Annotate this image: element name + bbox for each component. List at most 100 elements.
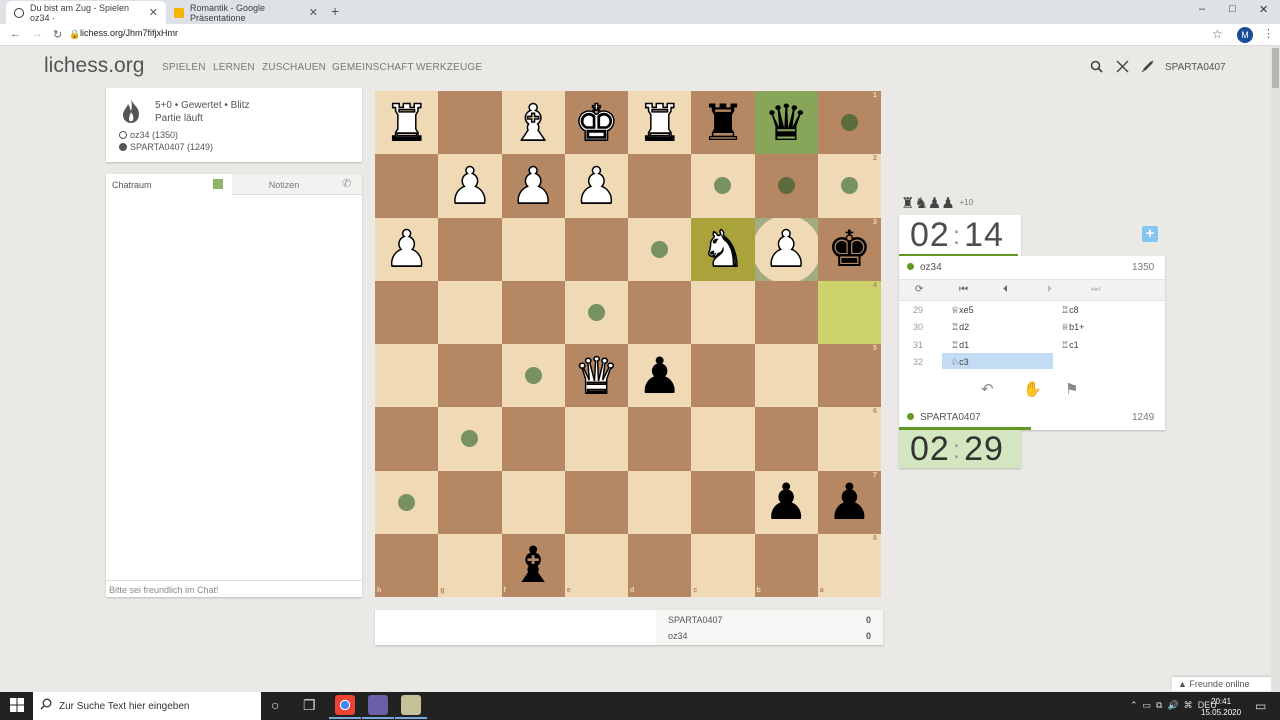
flip-board-icon[interactable]: ⟳: [915, 284, 923, 295]
board-square[interactable]: [438, 91, 502, 155]
board-square[interactable]: ♚: [817, 217, 881, 281]
nav-zuschauen[interactable]: ZUSCHAUEN: [262, 62, 326, 73]
board-square[interactable]: ♟: [438, 154, 502, 218]
chess-board[interactable]: ♜♝♚♜♜♛♟♟♟♟♞♟♚♛♟♟♟♝12345678hgfedcba: [375, 91, 881, 597]
browser-menu-icon[interactable]: ⋮: [1263, 27, 1274, 40]
back-icon[interactable]: ←: [10, 28, 21, 40]
challenge-swords-icon[interactable]: [1116, 60, 1129, 76]
board-square[interactable]: [375, 344, 439, 408]
move-destination-dot[interactable]: [714, 177, 732, 195]
bottom-player-name[interactable]: SPARTA0407: [907, 412, 981, 423]
board-square[interactable]: ♟: [754, 470, 818, 534]
move-white[interactable]: ♘c3: [951, 357, 969, 368]
forward-icon[interactable]: →: [32, 28, 43, 40]
board-square[interactable]: [817, 91, 881, 155]
board-square[interactable]: [438, 280, 502, 344]
voice-call-icon[interactable]: ✆: [342, 177, 351, 190]
new-tab-button[interactable]: +: [331, 3, 339, 19]
board-square[interactable]: [754, 344, 818, 408]
minimize-button[interactable]: –: [1199, 3, 1205, 15]
move-destination-dot[interactable]: [524, 367, 542, 385]
nav-gemeinschaft[interactable]: GEMEINSCHAFT: [332, 62, 414, 73]
board-square[interactable]: [564, 533, 628, 597]
archive-app-icon[interactable]: [401, 695, 421, 715]
site-logo[interactable]: lichess.org: [44, 54, 144, 78]
next-move-icon[interactable]: ⏵: [1047, 284, 1052, 295]
board-square[interactable]: [628, 407, 692, 471]
add-time-button[interactable]: +: [1142, 226, 1158, 242]
board-square[interactable]: ♚: [564, 91, 628, 155]
move-destination-dot[interactable]: [398, 493, 416, 511]
board-square[interactable]: [438, 470, 502, 534]
white-pawn-icon[interactable]: ♟: [383, 223, 429, 275]
board-square[interactable]: ♜: [691, 91, 755, 155]
nav-werkzeuge[interactable]: WERKZEUGE: [416, 62, 482, 73]
white-queen-icon[interactable]: ♛: [573, 350, 619, 402]
board-square[interactable]: [501, 344, 565, 408]
board-square[interactable]: [817, 533, 881, 597]
move-destination-dot[interactable]: [840, 114, 858, 132]
black-player-line[interactable]: SPARTA0407 (1249): [119, 142, 213, 152]
board-square[interactable]: [628, 154, 692, 218]
board-square[interactable]: [691, 154, 755, 218]
bookmark-star-icon[interactable]: ☆: [1212, 27, 1223, 41]
board-square[interactable]: ♞: [691, 217, 755, 281]
board-square[interactable]: ♜: [375, 91, 439, 155]
board-square[interactable]: [817, 280, 881, 344]
move-destination-dot[interactable]: [777, 177, 795, 195]
tab-notes[interactable]: Notizen: [236, 180, 332, 190]
top-player-name[interactable]: oz34: [907, 262, 942, 273]
move-destination-dot[interactable]: [461, 430, 479, 448]
scrollbar-thumb[interactable]: [1272, 48, 1279, 88]
board-square[interactable]: [754, 154, 818, 218]
board-square[interactable]: [564, 280, 628, 344]
cortana-icon[interactable]: ○: [271, 697, 279, 715]
first-move-icon[interactable]: ⏮: [959, 284, 968, 295]
video-app-icon[interactable]: [368, 695, 388, 715]
board-square[interactable]: [817, 154, 881, 218]
move-white[interactable]: ♕xe5: [951, 305, 974, 316]
board-square[interactable]: [564, 217, 628, 281]
board-square[interactable]: ♟: [817, 470, 881, 534]
white-bishop-icon[interactable]: ♝: [510, 97, 556, 149]
page-scrollbar[interactable]: [1271, 46, 1280, 692]
board-square[interactable]: [375, 470, 439, 534]
chrome-icon[interactable]: [335, 695, 355, 715]
prev-move-icon[interactable]: ⏴: [1003, 284, 1008, 295]
nav-lernen[interactable]: LERNEN: [213, 62, 255, 73]
white-player-line[interactable]: oz34 (1350): [119, 130, 178, 140]
move-white[interactable]: ♖d2: [951, 322, 969, 333]
white-pawn-icon[interactable]: ♟: [573, 160, 619, 212]
url-field[interactable]: lichess.org/Jhm7fifjxHmr: [80, 28, 178, 38]
board-square[interactable]: [691, 407, 755, 471]
board-square[interactable]: [438, 217, 502, 281]
reload-icon[interactable]: ↻: [53, 28, 62, 41]
board-square[interactable]: [501, 280, 565, 344]
board-square[interactable]: [438, 533, 502, 597]
board-square[interactable]: [628, 533, 692, 597]
offer-draw-icon[interactable]: ✋: [1023, 380, 1042, 398]
white-king-icon[interactable]: ♚: [573, 97, 619, 149]
board-square[interactable]: [628, 217, 692, 281]
black-pawn-icon[interactable]: ♟: [637, 351, 682, 401]
board-square[interactable]: ♟: [501, 154, 565, 218]
board-square[interactable]: [375, 407, 439, 471]
board-square[interactable]: [817, 344, 881, 408]
board-square[interactable]: [501, 407, 565, 471]
taskbar-search[interactable]: Zur Suche Text hier eingeben: [33, 692, 261, 720]
notifications-muted-icon[interactable]: [1141, 60, 1154, 76]
board-square[interactable]: ♛: [564, 344, 628, 408]
board-square[interactable]: [817, 407, 881, 471]
windows-start-icon[interactable]: [10, 698, 24, 715]
resign-flag-icon[interactable]: ⚑: [1065, 380, 1078, 398]
board-square[interactable]: ♟: [375, 217, 439, 281]
browser-tab[interactable]: Romantik - Google Präsentatione ✕: [166, 1, 326, 24]
board-square[interactable]: [564, 470, 628, 534]
chat-input[interactable]: Bitte sei freundlich im Chat!: [106, 580, 362, 597]
board-square[interactable]: ♟: [754, 217, 818, 281]
black-pawn-icon[interactable]: ♟: [827, 477, 872, 527]
chat-toggle[interactable]: [213, 179, 223, 189]
black-bishop-icon[interactable]: ♝: [511, 540, 556, 590]
white-pawn-icon[interactable]: ♟: [510, 160, 556, 212]
board-square[interactable]: ♟: [628, 344, 692, 408]
